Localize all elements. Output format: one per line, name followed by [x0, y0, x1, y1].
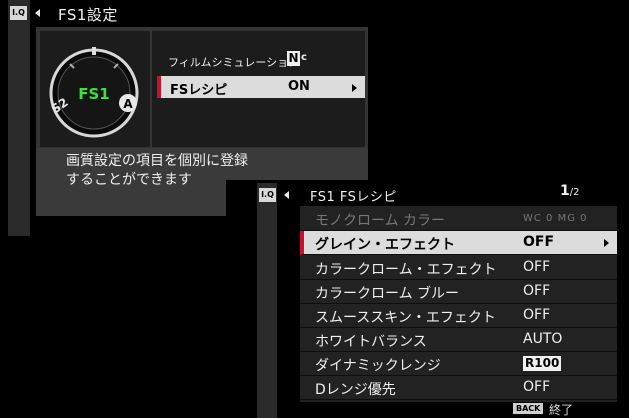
- row-value: OFF: [523, 234, 555, 250]
- submenu-arrow-icon: [604, 239, 609, 247]
- row-label: モノクローム カラー: [315, 213, 446, 229]
- dr-prefix: R: [525, 356, 535, 370]
- row-grain-effect[interactable]: グレイン・エフェクト OFF: [300, 231, 617, 255]
- row-label: Dレンジ優先: [315, 382, 396, 398]
- back-button-icon[interactable]: BACK: [513, 403, 544, 414]
- row-value: OFF: [523, 283, 551, 299]
- row-dynamic-range[interactable]: ダイナミックレンジ R100: [300, 352, 617, 376]
- dial-fs1-label: FS1: [78, 85, 110, 103]
- row-white-balance[interactable]: ホワイトバランス AUTO: [300, 328, 617, 352]
- row-value: OFF: [523, 259, 551, 275]
- row-color-chrome-blue[interactable]: カラークローム ブルー OFF: [300, 280, 617, 304]
- row-label: カラークローム ブルー: [315, 286, 460, 302]
- row-value: AUTO: [523, 331, 563, 347]
- row-label: ホワイトバランス: [315, 334, 427, 350]
- dr-value: 100: [534, 356, 560, 370]
- page-total: /2: [569, 187, 580, 198]
- mode-dial-icon: FS1 S2 A: [49, 47, 139, 138]
- row-color-chrome-effect[interactable]: カラークローム・エフェクト OFF: [300, 256, 617, 280]
- row-d-range-priority[interactable]: Dレンジ優先 OFF: [300, 376, 617, 400]
- fs-recipe-label: FSレシピ: [170, 83, 228, 98]
- image-quality-tab-icon[interactable]: I.Q: [259, 188, 276, 202]
- film-c-glyph: c: [301, 52, 307, 63]
- back-arrow-icon[interactable]: [35, 9, 40, 17]
- row-monochrome-color: モノクローム カラー WC 0 MG 0: [300, 207, 617, 231]
- row-label: スムーススキン・エフェクト: [315, 310, 496, 326]
- row-label: ダイナミックレンジ: [315, 358, 441, 374]
- screen2-title: FS1 FSレシピ: [310, 190, 397, 205]
- dynamic-range-icon: R100: [523, 355, 562, 371]
- screen2-side-strip: [257, 183, 277, 418]
- row-value: OFF: [523, 307, 551, 323]
- row-label: カラークローム・エフェクト: [315, 262, 497, 278]
- row-smooth-skin-effect[interactable]: スムーススキン・エフェクト OFF: [300, 304, 617, 328]
- page-indicator: 1/2: [560, 183, 579, 199]
- image-quality-tab-icon[interactable]: I.Q: [10, 6, 27, 20]
- row-value: WC 0 MG 0: [523, 213, 588, 224]
- film-n-glyph: N: [287, 51, 300, 66]
- film-simulation-label[interactable]: フィルムシミュレーション: [168, 54, 299, 70]
- row-value: OFF: [523, 379, 551, 395]
- dial-a-label: A: [123, 97, 133, 111]
- fs-recipe-value: ON: [288, 79, 310, 94]
- end-label: 終了: [549, 403, 574, 417]
- screen1-title: FS1設定: [58, 6, 118, 24]
- dial-area: FS1 S2 A: [40, 31, 150, 147]
- back-arrow-icon[interactable]: [284, 191, 289, 199]
- submenu-arrow-icon: [352, 84, 357, 92]
- row-label: グレイン・エフェクト: [315, 237, 455, 253]
- screen1-side-strip: [8, 0, 30, 236]
- page-current: 1: [560, 183, 570, 199]
